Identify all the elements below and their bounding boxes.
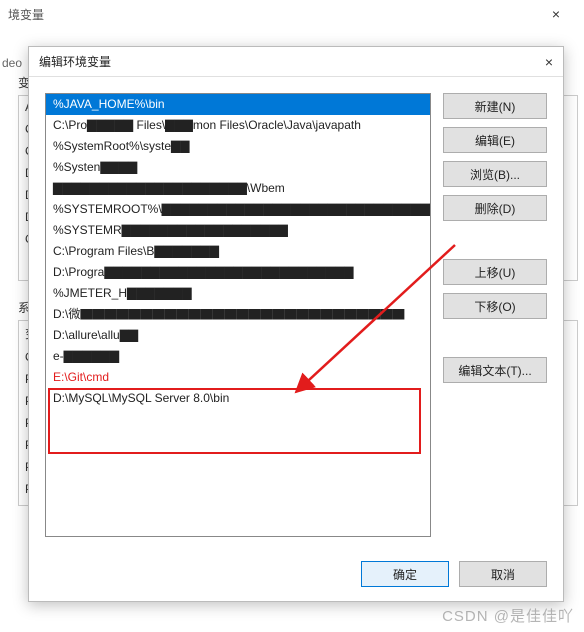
new-button[interactable]: 新建(N) — [443, 93, 547, 119]
ok-button[interactable]: 确定 — [361, 561, 449, 587]
watermark: CSDN @是佳佳吖 — [442, 605, 574, 626]
parent-title: 境变量 — [8, 6, 536, 23]
list-item[interactable]: D:\MySQL\MySQL Server 8.0\bin — [46, 388, 430, 409]
moveup-button[interactable]: 上移(U) — [443, 259, 547, 285]
button-column: 新建(N) 编辑(E) 浏览(B)... 删除(D) 上移(U) 下移(O) 编… — [443, 93, 547, 537]
path-list[interactable]: %JAVA_HOME%\bin C:\Pro▇▇▇▇▇ Files\▇▇▇mon… — [45, 93, 431, 537]
dialog-footer: 确定 取消 — [29, 547, 563, 601]
parent-titlebar: 境变量 × — [0, 0, 584, 28]
list-item[interactable]: C:\Pro▇▇▇▇▇ Files\▇▇▇mon Files\Oracle\Ja… — [46, 115, 430, 136]
list-item[interactable]: C:\Program Files\B▇▇▇▇▇▇▇ — [46, 241, 430, 262]
edit-button[interactable]: 编辑(E) — [443, 127, 547, 153]
parent-close-icon[interactable]: × — [536, 6, 576, 22]
cancel-button[interactable]: 取消 — [459, 561, 547, 587]
list-item[interactable]: %Systen▇▇▇▇ — [46, 157, 430, 178]
movedown-button[interactable]: 下移(O) — [443, 293, 547, 319]
edittext-button[interactable]: 编辑文本(T)... — [443, 357, 547, 383]
delete-button[interactable]: 删除(D) — [443, 195, 547, 221]
parent-left-label: deo — [2, 56, 22, 70]
list-item[interactable]: D:\allure\allu▇▇ — [46, 325, 430, 346]
list-item[interactable]: D:\Progra▇▇▇▇▇▇▇▇▇▇▇▇▇▇▇▇▇▇▇▇▇▇▇▇▇▇▇ — [46, 262, 430, 283]
list-item[interactable]: %SYSTEMR▇▇▇▇▇▇▇▇▇▇▇▇▇▇▇▇▇▇ — [46, 220, 430, 241]
list-item[interactable]: ▇▇▇▇▇▇▇▇▇▇▇▇▇▇▇▇▇▇▇▇▇\Wbem — [46, 178, 430, 199]
list-item[interactable]: %SystemRoot%\syste▇▇ — [46, 136, 430, 157]
close-icon[interactable]: × — [523, 54, 553, 70]
list-item[interactable]: e-▇▇▇▇▇▇ — [46, 346, 430, 367]
list-item[interactable]: D:\微▇▇▇▇▇▇▇▇▇▇▇▇▇▇▇▇▇▇▇▇▇▇▇▇▇▇▇ — [46, 304, 430, 325]
list-item[interactable]: E:\Git\cmd — [46, 367, 430, 388]
browse-button[interactable]: 浏览(B)... — [443, 161, 547, 187]
list-item[interactable]: %SYSTEMROOT%\▇▇▇▇▇▇▇▇▇▇▇▇▇▇▇▇▇▇▇▇▇▇▇▇▇▇▇… — [46, 199, 430, 220]
dialog-titlebar: 编辑环境变量 × — [29, 47, 563, 77]
dialog-title: 编辑环境变量 — [39, 53, 523, 70]
list-item[interactable]: %JAVA_HOME%\bin — [46, 94, 430, 115]
list-item[interactable]: %JMETER_H▇▇▇▇▇▇▇ — [46, 283, 430, 304]
edit-env-dialog: 编辑环境变量 × %JAVA_HOME%\bin C:\Pro▇▇▇▇▇ Fil… — [28, 46, 564, 602]
